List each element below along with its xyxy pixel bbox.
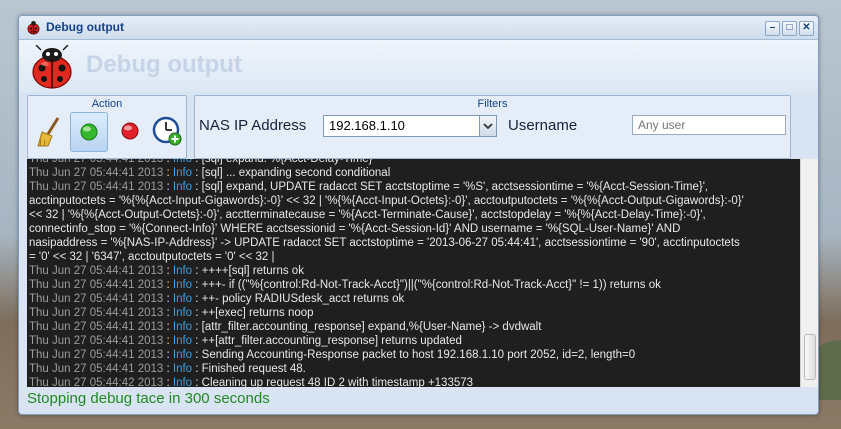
- log-message: +++- if (("%{control:Rd-Not-Track-Acct}"…: [201, 279, 661, 291]
- log-timestamp: Thu Jun 27 05:44:41 2013: [29, 363, 164, 375]
- log-level: Info: [172, 307, 193, 319]
- log-line: Thu Jun 27 05:44:41 2013 : Info : ++[att…: [29, 335, 462, 347]
- timer-button[interactable]: [150, 112, 186, 150]
- log-line: Thu Jun 27 05:44:41 2013 : Info : Finish…: [29, 363, 306, 375]
- log-message: Finished request 48.: [201, 363, 306, 375]
- log-timestamp: Thu Jun 27 05:44:41 2013: [29, 181, 164, 193]
- log-line: Thu Jun 27 05:44:41 2013 : Info : [sql] …: [29, 181, 709, 193]
- log-line: Thu Jun 27 05:44:41 2013 : Info : +++- i…: [29, 279, 661, 291]
- clear-broom-icon: [37, 117, 60, 147]
- nas-ip-value: 192.168.1.10: [329, 118, 405, 133]
- log-level: Info: [172, 265, 193, 277]
- log-message: [sql] ... expanding second conditional: [201, 167, 391, 179]
- window-header: Debug output: [19, 40, 818, 92]
- log-level: Info: [172, 363, 193, 375]
- username-input[interactable]: [632, 115, 786, 135]
- log-line: << 32 | '%{%{Acct-Output-Octets}:-0}', a…: [27, 208, 800, 222]
- log-message: connectinfo_stop = '%{Connect-Info}' WHE…: [29, 223, 681, 235]
- log-message: Sending Accounting-Response packet to ho…: [201, 349, 636, 361]
- log-level: Info: [172, 321, 193, 333]
- filters-group: Filters NAS IP Address 192.168.1.10 User…: [194, 95, 791, 159]
- log-message: << 32 | '%{%{Acct-Output-Octets}:-0}', a…: [29, 209, 706, 221]
- ladybug-icon: [27, 20, 40, 35]
- debug-output-window: Debug output – □ ✕ Debug output Action F…: [18, 15, 819, 415]
- debug-log-panel[interactable]: Thu Jun 27 05:44:41 2013 : Info : [sql] …: [27, 159, 800, 387]
- log-line: acctinputoctets = '%{%{Acct-Input-Gigawo…: [27, 194, 800, 208]
- username-label: Username: [508, 117, 578, 134]
- action-legend: Action: [91, 98, 123, 110]
- nas-ip-label: NAS IP Address: [199, 117, 307, 134]
- log-level: Info: [172, 377, 193, 387]
- log-level: Info: [172, 279, 193, 291]
- log-line: Thu Jun 27 05:44:41 2013 : Info : [sql] …: [27, 159, 800, 166]
- start-debug-button[interactable]: [70, 112, 108, 152]
- nas-ip-dropdown-trigger[interactable]: [479, 116, 496, 136]
- log-line: = '0' << 32 | '6347', acctoutputoctets =…: [27, 250, 800, 264]
- log-timestamp: Thu Jun 27 05:44:41 2013: [29, 349, 164, 361]
- log-level: Info: [172, 335, 193, 347]
- log-line: connectinfo_stop = '%{Connect-Info}' WHE…: [27, 222, 800, 236]
- log-message: [attr_filter.accounting_response] expand…: [201, 321, 542, 333]
- log-line: Thu Jun 27 05:44:41 2013 : Info : ++[exe…: [29, 307, 314, 319]
- close-button[interactable]: ✕: [799, 21, 814, 36]
- log-timestamp: Thu Jun 27 05:44:42 2013: [29, 377, 164, 387]
- debug-log-list: Thu Jun 27 05:44:41 2013 : Info : [sql] …: [27, 159, 800, 387]
- minimize-button[interactable]: –: [765, 21, 780, 36]
- log-message: [sql] expand: %{Acct-Delay-Time}: [201, 159, 373, 165]
- log-line: Thu Jun 27 05:44:41 2013 : Info : Sendin…: [29, 349, 636, 361]
- log-timestamp: Thu Jun 27 05:44:41 2013: [29, 159, 164, 165]
- clear-button[interactable]: [32, 112, 68, 150]
- ladybug-logo-icon: [32, 45, 72, 89]
- chevron-down-icon: [483, 123, 493, 130]
- log-level: Info: [172, 181, 193, 193]
- filters-legend: Filters: [477, 98, 508, 110]
- log-timestamp: Thu Jun 27 05:44:41 2013: [29, 335, 164, 347]
- log-message: ++++[sql] returns ok: [201, 265, 304, 277]
- nas-ip-combo[interactable]: 192.168.1.10: [323, 115, 497, 137]
- log-message: Cleaning up request 48 ID 2 with timesta…: [201, 377, 474, 387]
- log-level: Info: [172, 167, 193, 179]
- log-line: nasipaddress = '%{NAS-IP-Address}' -> UP…: [27, 236, 800, 250]
- maximize-button[interactable]: □: [782, 21, 797, 36]
- log-scrollbar-thumb[interactable]: [804, 334, 816, 380]
- log-timestamp: Thu Jun 27 05:44:41 2013: [29, 307, 164, 319]
- log-line: Thu Jun 27 05:44:41 2013 : Info : ++++[s…: [29, 265, 304, 277]
- log-message: acctinputoctets = '%{%{Acct-Input-Gigawo…: [29, 195, 744, 207]
- log-line: Thu Jun 27 05:44:41 2013 : Info : [sql] …: [29, 167, 391, 179]
- log-line: Thu Jun 27 05:44:41 2013 : Info : ++- po…: [29, 293, 405, 305]
- log-message: = '0' << 32 | '6347', acctoutputoctets =…: [29, 251, 275, 263]
- log-timestamp: Thu Jun 27 05:44:41 2013: [29, 279, 164, 291]
- log-level: Info: [172, 349, 193, 361]
- log-message: [sql] expand, UPDATE radacct SET acctsto…: [201, 181, 709, 193]
- start-green-icon: [80, 123, 98, 141]
- log-message: ++- policy RADIUSdesk_acct returns ok: [201, 293, 405, 305]
- timer-add-icon: [152, 116, 182, 146]
- stop-red-icon: [121, 122, 139, 140]
- log-line: Thu Jun 27 05:44:41 2013 : Info : [attr_…: [29, 321, 542, 333]
- status-message: Stopping debug tace in 300 seconds: [27, 390, 270, 407]
- log-level: Info: [172, 159, 193, 165]
- log-timestamp: Thu Jun 27 05:44:41 2013: [29, 293, 164, 305]
- stop-debug-button[interactable]: [112, 112, 148, 150]
- action-group: Action: [27, 95, 187, 159]
- window-titlebar[interactable]: Debug output – □ ✕: [19, 16, 818, 40]
- log-scrollbar[interactable]: [800, 159, 818, 387]
- log-message: ++[attr_filter.accounting_response] retu…: [201, 335, 462, 347]
- log-timestamp: Thu Jun 27 05:44:41 2013: [29, 265, 164, 277]
- log-line: Thu Jun 27 05:44:42 2013 : Info : Cleani…: [29, 377, 474, 387]
- log-level: Info: [172, 293, 193, 305]
- log-timestamp: Thu Jun 27 05:44:41 2013: [29, 167, 164, 179]
- log-message: nasipaddress = '%{NAS-IP-Address}' -> UP…: [29, 237, 740, 249]
- window-title: Debug output: [46, 20, 124, 34]
- header-title: Debug output: [86, 51, 242, 78]
- log-timestamp: Thu Jun 27 05:44:41 2013: [29, 321, 164, 333]
- log-message: ++[exec] returns noop: [201, 307, 314, 319]
